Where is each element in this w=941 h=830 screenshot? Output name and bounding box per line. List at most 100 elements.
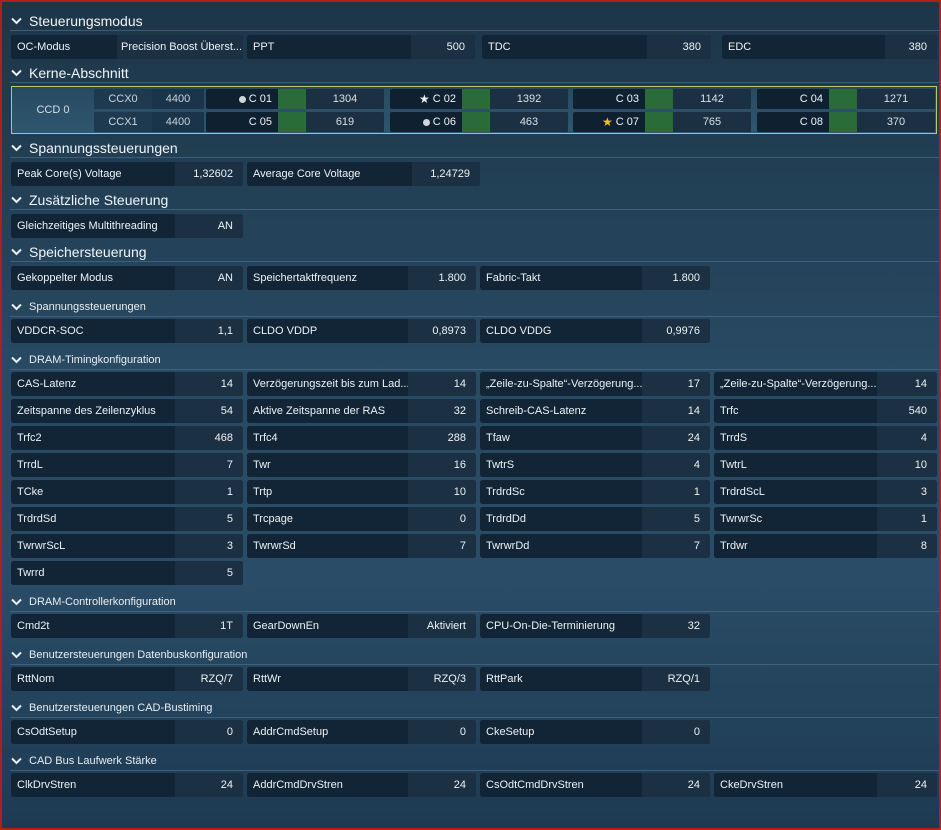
field-value[interactable]: 1.800	[408, 266, 476, 290]
chevron-down-icon[interactable]	[10, 755, 23, 768]
field-value[interactable]: 24	[642, 426, 710, 450]
field-value[interactable]: 500	[411, 35, 475, 59]
field-value[interactable]: 24	[877, 773, 937, 797]
steuerungsmodus-header[interactable]: Steuerungsmodus	[10, 11, 941, 31]
timing-field[interactable]: TCke 1	[11, 480, 243, 504]
timing-field[interactable]: TrdrdScL 3	[714, 480, 937, 504]
chevron-down-icon[interactable]	[10, 67, 23, 80]
timing-field[interactable]: TwtrS 4	[480, 453, 710, 477]
kerne-abschnitt-header[interactable]: Kerne-Abschnitt	[10, 63, 941, 83]
field-value[interactable]: 7	[175, 453, 243, 477]
core-cell[interactable]: C 03 1142	[573, 89, 751, 109]
field-value[interactable]: 24	[642, 773, 710, 797]
field-value[interactable]: 0	[642, 720, 710, 744]
timing-field[interactable]: Trcpage 0	[247, 507, 476, 531]
speichersteuerung-header[interactable]: Speichersteuerung	[10, 242, 941, 262]
databus-field[interactable]: RttWr RZQ/3	[247, 667, 476, 691]
timing-field[interactable]: Schreib-CAS-Latenz 14	[480, 399, 710, 423]
cldo-vddg-field[interactable]: CLDO VDDG 0,9976	[480, 319, 710, 343]
timing-field[interactable]: Twrrd 5	[11, 561, 243, 585]
field-value[interactable]: AN	[175, 214, 243, 238]
field-value[interactable]: 24	[175, 773, 243, 797]
chevron-down-icon[interactable]	[10, 596, 23, 609]
cldo-vddp-field[interactable]: CLDO VDDP 0,8973	[247, 319, 476, 343]
field-value[interactable]: 5	[642, 507, 710, 531]
field-value[interactable]: 0,8973	[408, 319, 476, 343]
field-value[interactable]: 468	[175, 426, 243, 450]
timing-field[interactable]: Trfc2 468	[11, 426, 243, 450]
core-cell[interactable]: C 05 619	[206, 112, 384, 132]
field-value[interactable]: AN	[175, 266, 243, 290]
field-value[interactable]: 14	[642, 399, 710, 423]
timing-field[interactable]: TwrwrSd 7	[247, 534, 476, 558]
field-value[interactable]: 540	[877, 399, 937, 423]
databus-field[interactable]: RttPark RZQ/1	[480, 667, 710, 691]
ppt-field[interactable]: PPT 500	[247, 35, 475, 59]
field-value[interactable]: 8	[877, 534, 937, 558]
core-cell[interactable]: ★ C 07 765	[573, 112, 751, 132]
timing-field[interactable]: TrrdL 7	[11, 453, 243, 477]
field-value[interactable]: RZQ/1	[642, 667, 710, 691]
field-value[interactable]: 7	[642, 534, 710, 558]
field-value[interactable]: 3	[175, 534, 243, 558]
field-value[interactable]: 32	[642, 614, 710, 638]
chevron-down-icon[interactable]	[10, 354, 23, 367]
timing-field[interactable]: TwrwrDd 7	[480, 534, 710, 558]
field-value[interactable]: 54	[175, 399, 243, 423]
coupled-mode-field[interactable]: Gekoppelter Modus AN	[11, 266, 243, 290]
field-value[interactable]: RZQ/7	[175, 667, 243, 691]
edc-field[interactable]: EDC 380	[722, 35, 937, 59]
chevron-down-icon[interactable]	[10, 702, 23, 715]
field-value[interactable]: 288	[408, 426, 476, 450]
timing-field[interactable]: Twr 16	[247, 453, 476, 477]
field-value[interactable]: 4	[642, 453, 710, 477]
timing-field[interactable]: Trdwr 8	[714, 534, 937, 558]
timing-field[interactable]: CAS-Latenz 14	[11, 372, 243, 396]
dram-spannungssteuerungen-header[interactable]: Spannungssteuerungen	[10, 297, 941, 317]
spannungssteuerungen-header[interactable]: Spannungssteuerungen	[10, 138, 941, 158]
datenbus-header[interactable]: Benutzersteuerungen Datenbuskonfiguratio…	[10, 645, 941, 665]
memory-clock-field[interactable]: Speichertaktfrequenz 1.800	[247, 266, 476, 290]
field-value[interactable]: 14	[175, 372, 243, 396]
field-value[interactable]: 10	[408, 480, 476, 504]
field-value[interactable]: 17	[642, 372, 710, 396]
timing-field[interactable]: TrdrdDd 5	[480, 507, 710, 531]
chevron-down-icon[interactable]	[10, 301, 23, 314]
field-value[interactable]: 5	[175, 561, 243, 585]
timing-field[interactable]: Verzögerungszeit bis zum Lad... 14	[247, 372, 476, 396]
field-value[interactable]: 5	[175, 507, 243, 531]
field-value[interactable]: 1	[877, 507, 937, 531]
field-value[interactable]: 0,9976	[642, 319, 710, 343]
oc-mode-dropdown[interactable]: Precision Boost Überst...	[117, 35, 243, 59]
cad-bustiming-header[interactable]: Benutzersteuerungen CAD-Bustiming	[10, 698, 941, 718]
core-cell[interactable]: C 08 370	[757, 112, 935, 132]
fabric-clock-field[interactable]: Fabric-Takt 1.800	[480, 266, 710, 290]
field-value[interactable]: 0	[408, 720, 476, 744]
timing-field[interactable]: Zeitspanne des Zeilenzyklus 54	[11, 399, 243, 423]
field-value[interactable]: 24	[408, 773, 476, 797]
chevron-down-icon[interactable]	[10, 649, 23, 662]
chevron-down-icon[interactable]	[10, 142, 23, 155]
field-value[interactable]: 1T	[175, 614, 243, 638]
field-value[interactable]: 3	[877, 480, 937, 504]
field-value[interactable]: 16	[408, 453, 476, 477]
field-value[interactable]: 1,24729	[412, 162, 480, 186]
dram-controller-header[interactable]: DRAM-Controllerkonfiguration	[10, 592, 941, 612]
field-value[interactable]: 1	[175, 480, 243, 504]
field-value[interactable]: 7	[408, 534, 476, 558]
timing-field[interactable]: Tfaw 24	[480, 426, 710, 450]
cad-strength-field[interactable]: AddrCmdDrvStren 24	[247, 773, 476, 797]
timing-field[interactable]: TwtrL 10	[714, 453, 937, 477]
field-value[interactable]: 380	[885, 35, 937, 59]
field-value[interactable]: 4	[877, 426, 937, 450]
timing-field[interactable]: TwrwrSc 1	[714, 507, 937, 531]
tdc-field[interactable]: TDC 380	[482, 35, 711, 59]
timing-field[interactable]: TrrdS 4	[714, 426, 937, 450]
field-value[interactable]: 1,32602	[175, 162, 243, 186]
timing-field[interactable]: TwrwrScL 3	[11, 534, 243, 558]
field-value[interactable]: RZQ/3	[408, 667, 476, 691]
dram-timing-header[interactable]: DRAM-Timingkonfiguration	[10, 350, 941, 370]
timing-field[interactable]: TrdrdSd 5	[11, 507, 243, 531]
dram-controller-field[interactable]: CPU-On-Die-Terminierung 32	[480, 614, 710, 638]
timing-field[interactable]: Trtp 10	[247, 480, 476, 504]
